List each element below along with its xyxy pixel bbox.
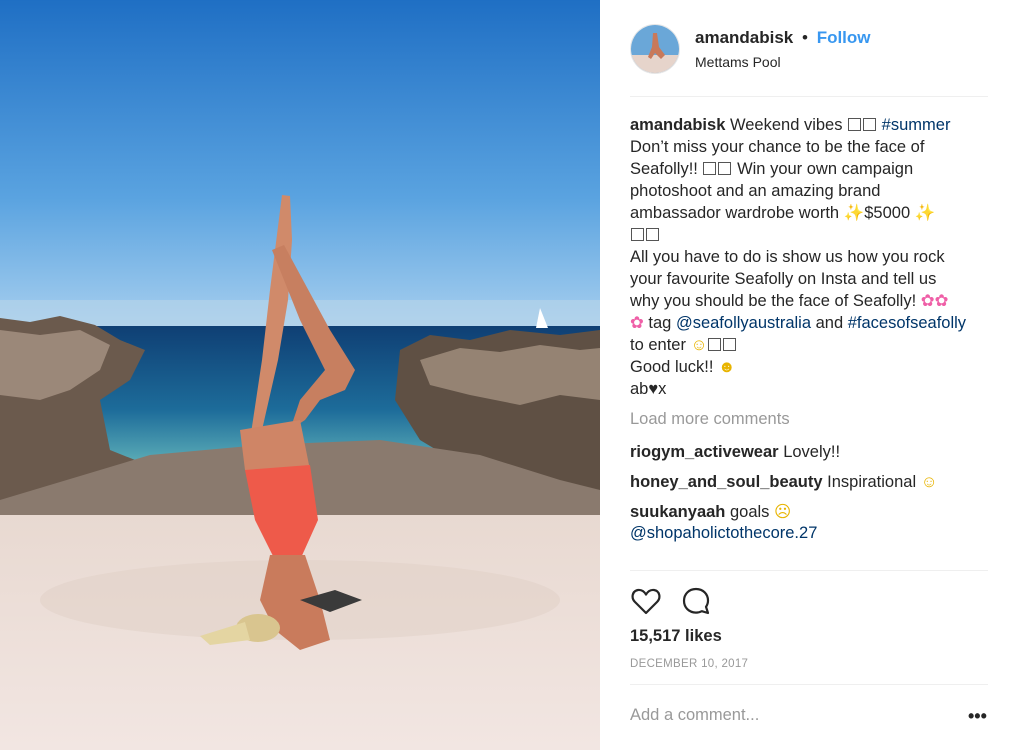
- caption-line: photoshoot and an amazing brand: [630, 182, 881, 200]
- hashtag-link[interactable]: #facesofseafolly: [848, 314, 966, 332]
- caption-line: why you should be the face of Seafolly! …: [630, 290, 990, 312]
- emoji-icon: [718, 162, 732, 175]
- comment-item: suukanyaah goals ☹: [630, 502, 791, 522]
- comment-text: Inspirational: [827, 473, 917, 491]
- comment-text: Lovely!!: [783, 443, 841, 461]
- comment-item: riogym_activewear Lovely!!: [630, 443, 840, 462]
- smile-icon: ☺: [690, 336, 708, 354]
- comment-input-divider: [630, 684, 988, 685]
- caption-text: and: [815, 314, 844, 332]
- mention-link[interactable]: @seafollyaustralia: [676, 314, 811, 332]
- flower-icon: ✿: [630, 314, 644, 332]
- caption-line: amandabisk Weekend vibes #summer: [630, 114, 990, 136]
- comment-mention-line: @shopaholictothecore.27: [630, 524, 817, 543]
- emoji-icon: [848, 118, 862, 131]
- emoji-icon: [723, 338, 737, 351]
- caption-line: [630, 224, 990, 246]
- caption-text: ambassador wardrobe worth: [630, 204, 840, 222]
- smile-icon: ☺: [920, 473, 938, 491]
- username-link[interactable]: amandabisk: [695, 28, 793, 47]
- caption-line: to enter ☺: [630, 334, 990, 356]
- caption-line: ab♥x: [630, 380, 667, 398]
- caption-line: Good luck!! ☻: [630, 356, 990, 378]
- mention-link[interactable]: @shopaholictothecore.27: [630, 524, 817, 542]
- caption-text: Seafolly!!: [630, 160, 698, 178]
- flower-icon: ✿✿: [920, 292, 949, 310]
- kiss-icon: ☻: [718, 358, 736, 376]
- worried-face-icon: ☹: [774, 503, 792, 521]
- more-options-icon[interactable]: •••: [968, 706, 987, 727]
- caption-text: tag: [648, 314, 672, 332]
- header-divider: [630, 96, 988, 97]
- caption-line: All you have to do is show us how you ro…: [630, 248, 945, 266]
- hashtag-link[interactable]: #summer: [882, 116, 951, 134]
- location-link[interactable]: Mettams Pool: [695, 54, 781, 70]
- sparkle-icon: ✨: [914, 204, 936, 222]
- avatar[interactable]: [630, 24, 680, 74]
- caption-block: amandabisk Weekend vibes #summer Don’t m…: [630, 114, 990, 400]
- like-count[interactable]: 15,517 likes: [630, 627, 722, 646]
- caption-text: why you should be the face of Seafolly!: [630, 292, 917, 310]
- comment-username-link[interactable]: riogym_activewear: [630, 443, 779, 461]
- caption-line: ✿ tag @seafollyaustralia and #facesofsea…: [630, 312, 990, 334]
- comment-icon[interactable]: [680, 585, 712, 617]
- actions-divider: [630, 570, 988, 571]
- caption-text: $5000: [864, 204, 911, 222]
- follow-button[interactable]: Follow: [817, 28, 871, 47]
- post-header: amandabisk • Follow Mettams Pool: [630, 24, 988, 86]
- caption-text: Good luck!!: [630, 358, 714, 376]
- comment-text: goals: [729, 503, 770, 521]
- caption-line: ambassador wardrobe worth ✨$5000 ✨: [630, 202, 990, 224]
- comment-username-link[interactable]: honey_and_soul_beauty: [630, 473, 823, 491]
- bullet-separator: •: [802, 28, 808, 47]
- post-details-panel: amandabisk • Follow Mettams Pool amandab…: [600, 0, 1018, 750]
- comment-item: honey_and_soul_beauty Inspirational ☺: [630, 473, 938, 492]
- caption-line: your favourite Seafolly on Insta and tel…: [630, 270, 937, 288]
- post-date[interactable]: DECEMBER 10, 2017: [630, 658, 748, 670]
- emoji-icon: [703, 162, 717, 175]
- caption-text: Weekend vibes: [729, 116, 843, 134]
- load-more-comments-button[interactable]: Load more comments: [630, 410, 790, 429]
- emoji-icon: [708, 338, 722, 351]
- post-photo[interactable]: [0, 0, 600, 750]
- action-bar: [630, 585, 750, 615]
- caption-line: Seafolly!! Win your own campaign: [630, 158, 990, 180]
- add-comment-input[interactable]: Add a comment...: [630, 706, 759, 725]
- caption-text: to enter: [630, 336, 686, 354]
- instagram-post: amandabisk • Follow Mettams Pool amandab…: [0, 0, 1018, 750]
- caption-text: Win your own campaign: [737, 160, 914, 178]
- emoji-icon: [863, 118, 877, 131]
- emoji-icon: [646, 228, 659, 241]
- sparkle-icon: ✨: [843, 204, 865, 222]
- header-user-line: amandabisk • Follow: [695, 28, 871, 48]
- emoji-icon: [631, 228, 644, 241]
- caption-username-link[interactable]: amandabisk: [630, 116, 725, 134]
- beach-handstand-image: [0, 0, 600, 750]
- comment-username-link[interactable]: suukanyaah: [630, 503, 725, 521]
- caption-line: Don’t miss your chance to be the face of: [630, 138, 925, 156]
- heart-icon[interactable]: [630, 585, 662, 617]
